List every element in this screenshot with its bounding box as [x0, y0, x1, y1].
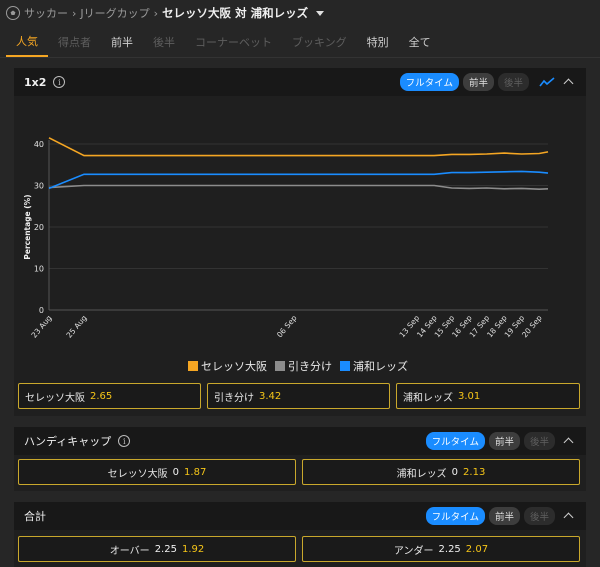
- tab-0[interactable]: 人気: [6, 26, 48, 57]
- market-tabs: 人気 得点者 前半 後半 コーナーベット ブッキング 特別 全て: [0, 26, 600, 58]
- legend-label: 浦和レッズ: [353, 360, 408, 373]
- info-icon[interactable]: i: [118, 435, 131, 447]
- odds-value: 3.01: [458, 390, 481, 402]
- legend-label: 引き分け: [288, 360, 332, 373]
- x-tick-label: 06 Sep: [275, 313, 299, 339]
- panel-title: ハンディキャップ: [24, 435, 112, 448]
- panel-total-header[interactable]: 合計 フルタイム 前半 後半: [14, 502, 586, 530]
- odds-value: 2.13: [463, 466, 486, 478]
- x-tick-label: 23 Aug: [30, 313, 54, 339]
- tab-3: 後半: [153, 35, 175, 49]
- pill-fulltime[interactable]: フルタイム: [425, 507, 485, 525]
- caret-down-icon[interactable]: [316, 10, 325, 16]
- total-line: 2.25: [154, 543, 177, 555]
- odds-value: 1.87: [184, 466, 207, 478]
- odds-line-chart: 0 10 20 30 40 Percentage (%) 23 Aug 25 Aug 06 Se…: [23, 137, 549, 340]
- odds-button-home[interactable]: セレッソ大阪 2.65: [18, 383, 201, 409]
- y-tick-label: 30: [34, 182, 44, 191]
- odds-label: 浦和レッズ: [403, 392, 453, 404]
- series-line-1: [48, 184, 549, 191]
- legend-item-draw[interactable]: 引き分け: [275, 358, 332, 374]
- legend-swatch: [275, 361, 285, 371]
- odds-button-draw[interactable]: 引き分け 3.42: [207, 383, 390, 409]
- odds-button-under[interactable]: アンダー 2.25 2.07: [302, 536, 580, 562]
- chevron-right-icon: ›: [153, 6, 159, 20]
- tab-5: ブッキング: [292, 35, 347, 49]
- breadcrumb-item-soccer[interactable]: サッカー: [24, 5, 68, 21]
- x-tick-label: 25 Aug: [65, 313, 89, 339]
- odds-label: セレッソ大阪: [25, 392, 85, 404]
- y-tick-label: 0: [39, 306, 44, 315]
- odds-value: 1.92: [181, 543, 205, 555]
- pill-first-half[interactable]: 前半: [462, 73, 494, 91]
- panel-1x2: 1x2 i フルタイム 前半 後半 0 10 20 30 40 Percentage (%…: [14, 68, 586, 416]
- odds-value: 2.07: [465, 543, 489, 555]
- panel-total: 合計 フルタイム 前半 後半 オーバー 2.25 1.92 アンダー 2.25 …: [14, 502, 586, 567]
- odds-label: オーバー: [109, 545, 150, 557]
- panel-handicap: ハンディキャップ i フルタイム 前半 後半 セレッソ大阪 0 1.87 浦和レ…: [14, 427, 586, 491]
- odds-row-handicap: セレッソ大阪 0 1.87 浦和レッズ 0 2.13: [14, 459, 586, 485]
- pill-first-half[interactable]: 前半: [488, 432, 520, 450]
- tab-7[interactable]: 全て: [399, 26, 441, 57]
- total-line: 2.25: [438, 543, 461, 555]
- chevron-up-icon[interactable]: [563, 512, 574, 523]
- chevron-up-icon[interactable]: [563, 437, 574, 448]
- legend-item-home[interactable]: セレッソ大阪: [188, 358, 267, 374]
- panel-handicap-header[interactable]: ハンディキャップ i フルタイム 前半 後半: [14, 427, 586, 455]
- info-icon[interactable]: i: [53, 76, 66, 88]
- odds-label: 引き分け: [214, 392, 254, 404]
- tab-4: コーナーベット: [195, 35, 272, 49]
- legend-swatch: [188, 361, 198, 371]
- odds-label: セレッソ大阪: [107, 468, 168, 480]
- legend-item-away[interactable]: 浦和レッズ: [340, 358, 408, 374]
- pill-second-half: 後半: [523, 432, 555, 450]
- odds-value: 3.42: [259, 390, 282, 402]
- odds-button-over[interactable]: オーバー 2.25 1.92: [18, 536, 296, 562]
- legend-label: セレッソ大阪: [201, 360, 267, 373]
- odds-row-total: オーバー 2.25 1.92 アンダー 2.25 2.07: [14, 536, 586, 562]
- odds-value: 2.65: [90, 390, 113, 402]
- tab-6[interactable]: 特別: [357, 26, 399, 57]
- odds-button-away[interactable]: 浦和レッズ 3.01: [396, 383, 580, 409]
- odds-button-handicap-home[interactable]: セレッソ大阪 0 1.87: [18, 459, 296, 485]
- pill-second-half: 後半: [497, 73, 529, 91]
- odds-button-handicap-away[interactable]: 浦和レッズ 0 2.13: [302, 459, 580, 485]
- pill-fulltime[interactable]: フルタイム: [399, 73, 459, 91]
- y-tick-label: 10: [34, 265, 44, 274]
- tab-2[interactable]: 前半: [101, 26, 143, 57]
- y-axis-title: Percentage (%): [23, 194, 32, 259]
- panel-title: 合計: [24, 510, 46, 523]
- chevron-up-icon[interactable]: [563, 78, 574, 89]
- chart-toggle-icon[interactable]: [539, 76, 555, 88]
- pill-second-half: 後半: [523, 507, 555, 525]
- odds-label: アンダー: [393, 545, 434, 557]
- handicap-line: 0: [451, 466, 459, 478]
- soccer-ball-icon[interactable]: [6, 6, 20, 20]
- odds-row-1x2: セレッソ大阪 2.65 引き分け 3.42 浦和レッズ 3.01: [14, 383, 586, 409]
- breadcrumb-item-league[interactable]: Jリーグカップ: [80, 5, 149, 21]
- pill-fulltime[interactable]: フルタイム: [425, 432, 485, 450]
- series-line-0: [48, 137, 549, 157]
- breadcrumb-current-match[interactable]: セレッソ大阪 対 浦和レッズ: [162, 5, 308, 21]
- y-tick-label: 20: [34, 223, 44, 232]
- odds-label: 浦和レッズ: [396, 468, 447, 480]
- pill-first-half[interactable]: 前半: [488, 507, 520, 525]
- handicap-line: 0: [172, 466, 180, 478]
- tab-1: 得点者: [58, 35, 91, 49]
- panel-1x2-header[interactable]: 1x2 i フルタイム 前半 後半: [14, 68, 586, 96]
- y-tick-label: 40: [34, 140, 44, 149]
- chevron-right-icon: ›: [72, 6, 77, 20]
- chart-legend: セレッソ大阪 引き分け 浦和レッズ: [14, 358, 586, 374]
- breadcrumb: サッカー › Jリーグカップ › セレッソ大阪 対 浦和レッズ: [0, 0, 600, 26]
- legend-swatch: [340, 361, 350, 371]
- panel-title: 1x2: [24, 75, 47, 89]
